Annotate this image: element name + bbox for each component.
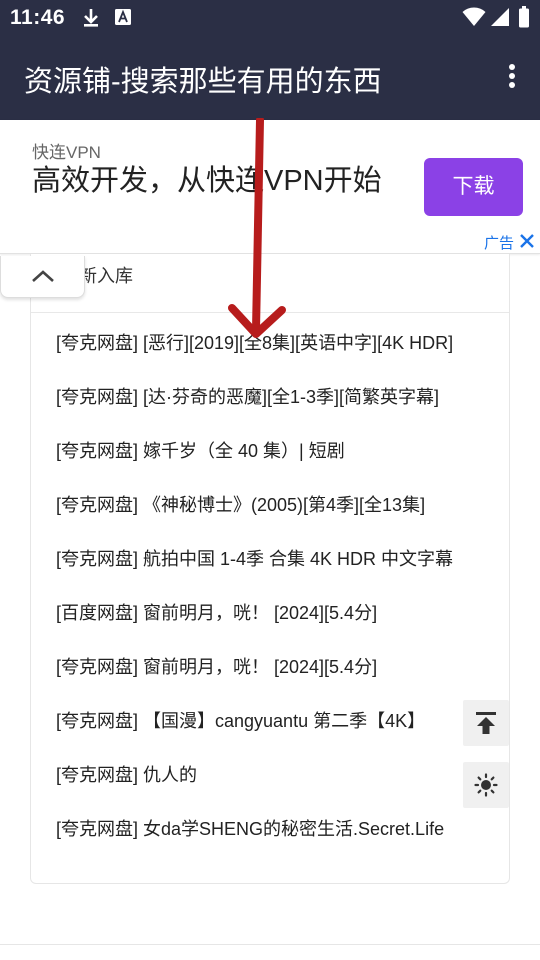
brightness-icon — [474, 773, 498, 797]
list-item[interactable]: [百度网盘] 窗前明月，咣！ [2024][5.4分] — [31, 586, 509, 640]
more-vert-icon[interactable] — [506, 64, 518, 92]
list-item[interactable]: [夸克网盘] 《神秘博士》(2005)[第4季][全13集] — [31, 478, 509, 532]
new-arrivals-card: 新入库 [夸克网盘] [恶行][2019][全8集][英语中字][4K HDR]… — [30, 254, 510, 884]
app-title: 资源铺-搜索那些有用的东西 — [24, 66, 382, 98]
ad-headline: 高效开发，从快连VPN开始 — [32, 165, 382, 197]
signal-icon — [491, 8, 509, 26]
resource-list: [夸克网盘] [恶行][2019][全8集][英语中字][4K HDR] [夸克… — [31, 316, 509, 856]
ad-close-icon[interactable] — [518, 232, 536, 250]
list-item[interactable]: [夸克网盘] [达·芬奇的恶魔][全1-3季][简繁英字幕] — [31, 370, 509, 424]
ad-label: 广告 — [484, 235, 515, 252]
ad-download-button[interactable]: 下载 — [424, 158, 523, 216]
list-item[interactable]: [夸克网盘] 窗前明月，咣！ [2024][5.4分] — [31, 640, 509, 694]
theme-toggle-button[interactable] — [463, 762, 509, 808]
download-icon — [84, 9, 98, 27]
wifi-icon — [462, 7, 486, 26]
status-bar: 11:46 — [0, 0, 540, 36]
collapse-ad-button[interactable] — [0, 256, 85, 298]
ad-brand: 快连VPN — [32, 143, 101, 162]
divider — [31, 312, 509, 313]
section-title: 新入库 — [79, 266, 133, 286]
app-bar: 资源铺-搜索那些有用的东西 — [0, 36, 540, 120]
list-item[interactable]: [夸克网盘] 仇人的 — [31, 748, 509, 802]
list-item[interactable]: [夸克网盘] 【国漫】cangyuantu 第二季【4K】 — [31, 694, 509, 748]
battery-icon — [519, 6, 529, 28]
list-item[interactable]: [夸克网盘] 女da学SHENG的秘密生活.Secret.Life — [31, 802, 509, 856]
list-item[interactable]: [夸克网盘] 嫁千岁（全 40 集）| 短剧 — [31, 424, 509, 478]
status-time: 11:46 — [10, 6, 66, 29]
ad-banner[interactable]: 快连VPN 高效开发，从快连VPN开始 下载 广告 — [0, 120, 540, 254]
font-a-icon — [115, 9, 131, 25]
back-to-top-button[interactable] — [463, 700, 509, 746]
list-item[interactable]: [夸克网盘] 航拍中国 1-4季 合集 4K HDR 中文字幕 — [31, 532, 509, 586]
divider — [0, 944, 540, 945]
list-item[interactable]: [夸克网盘] [恶行][2019][全8集][英语中字][4K HDR] — [31, 316, 509, 370]
chevron-up-icon — [32, 270, 54, 282]
back-to-top-icon — [476, 712, 496, 734]
